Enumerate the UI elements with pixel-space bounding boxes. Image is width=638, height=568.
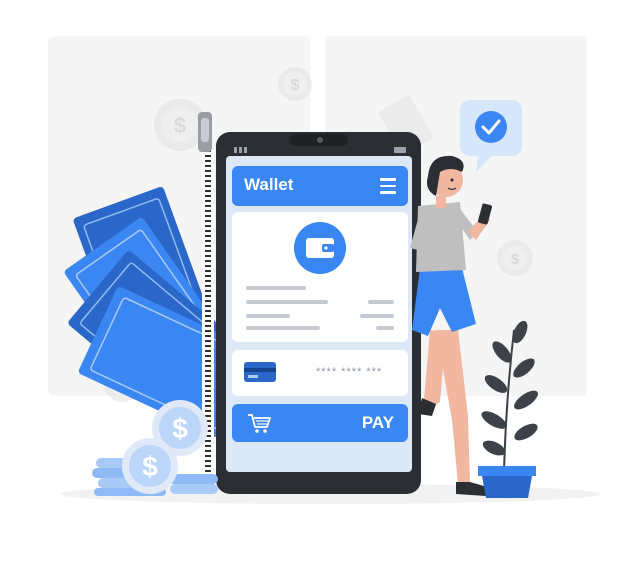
- card-number: **** **** ***: [316, 366, 383, 378]
- phone-camera: [317, 137, 323, 143]
- credit-card-icon: [244, 362, 276, 382]
- menu-icon[interactable]: [380, 178, 396, 194]
- svg-text:$: $: [142, 451, 158, 482]
- wallet-title: Wallet: [244, 175, 294, 194]
- pay-button[interactable]: PAY: [232, 404, 408, 442]
- dollar-coin-icon: $: [497, 240, 533, 276]
- battery-icon: [394, 147, 406, 153]
- wallet-icon: [294, 222, 346, 274]
- svg-text:$: $: [172, 413, 188, 444]
- signal-icon: [234, 147, 247, 153]
- pay-label: PAY: [361, 413, 394, 432]
- dollar-coin-icon: $: [278, 67, 312, 101]
- svg-text:$: $: [511, 251, 520, 268]
- shopping-cart-icon: [248, 414, 271, 433]
- svg-text:$: $: [291, 77, 300, 94]
- svg-text:$: $: [174, 113, 186, 138]
- dollar-coin-icon: $: [122, 438, 178, 494]
- wallet-header: Wallet: [232, 166, 408, 206]
- illustration-canvas: $ $ $ $ $: [48, 36, 600, 504]
